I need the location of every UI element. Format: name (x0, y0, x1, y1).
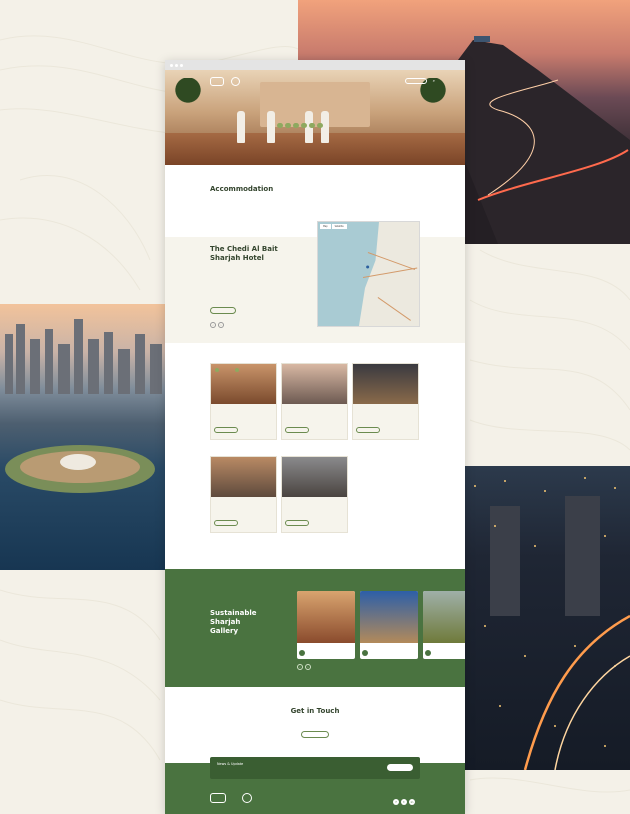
hero-tag[interactable] (317, 123, 323, 128)
card-image (353, 364, 418, 404)
social-links: f t in (393, 799, 415, 805)
card-button[interactable] (285, 520, 309, 526)
hero-tag[interactable] (285, 123, 291, 128)
chevron-right-icon[interactable]: › (218, 322, 224, 328)
hotel-pager: ‹ › (210, 322, 224, 328)
map-tabs: Map Satellite (320, 224, 347, 229)
hero-tag[interactable] (301, 123, 307, 128)
sharjah-waterfront-photo (0, 304, 165, 570)
get-in-touch-title: Get in Touch (290, 707, 340, 715)
card-image (211, 364, 276, 404)
person-figure (267, 111, 275, 143)
footer-logo[interactable] (210, 793, 226, 803)
footer-sustainability-logo[interactable] (242, 793, 252, 803)
map-pin-icon[interactable]: ● (366, 264, 370, 269)
card-image (282, 457, 347, 497)
avatar (362, 650, 368, 656)
hero-tag[interactable] (277, 123, 283, 128)
accommodation-section: Accommodation (165, 165, 465, 237)
card-button[interactable] (214, 520, 238, 526)
gallery-image (423, 591, 465, 643)
facebook-icon[interactable]: f (393, 799, 399, 805)
card-button[interactable] (285, 427, 309, 433)
contact-button[interactable] (301, 731, 329, 738)
night-city-illustration (474, 477, 630, 770)
sustainability-logo[interactable] (231, 77, 240, 86)
window-dot (170, 63, 173, 67)
card-text (211, 409, 276, 423)
palm-tree (420, 78, 446, 118)
window-dot (175, 63, 178, 67)
hero-section: ⌕ (165, 70, 465, 165)
accommodation-card[interactable] (210, 363, 277, 440)
location-map[interactable]: Map Satellite ● (317, 221, 420, 327)
get-in-touch-section: Get in Touch (165, 687, 465, 763)
chevron-right-icon[interactable]: › (305, 664, 311, 670)
gallery-card[interactable] (297, 591, 355, 659)
accommodation-card[interactable] (210, 456, 277, 533)
gallery-title: Sustainable Sharjah Gallery (210, 609, 257, 635)
linkedin-icon[interactable]: in (409, 799, 415, 805)
card-chip (215, 368, 219, 372)
card-button[interactable] (356, 427, 380, 433)
accommodation-title: Accommodation (210, 185, 274, 193)
hotel-button[interactable] (210, 307, 236, 314)
twitter-icon[interactable]: t (401, 799, 407, 805)
subscribe-button[interactable] (387, 764, 413, 771)
nav-button[interactable] (405, 78, 427, 84)
card-image (211, 457, 276, 497)
card-image (282, 364, 347, 404)
card-text (211, 502, 276, 516)
city-night-photo (465, 466, 630, 770)
accommodation-card[interactable] (281, 363, 348, 440)
person-figure (237, 111, 245, 143)
gallery-image (297, 591, 355, 643)
city-waterfront-illustration (5, 319, 162, 493)
hero-tags (277, 123, 357, 128)
card-chip (235, 368, 239, 372)
gallery-image (360, 591, 418, 643)
card-text (353, 409, 418, 423)
hotel-title: The Chedi Al Bait Sharjah Hotel (210, 245, 278, 262)
chevron-left-icon[interactable]: ‹ (297, 664, 303, 670)
palm-tree (175, 78, 201, 118)
footer: News & Update f t in (165, 757, 465, 814)
hero-tag[interactable] (309, 123, 315, 128)
map-tab[interactable]: Map (320, 224, 331, 229)
hero-ground (165, 133, 465, 165)
gallery-section: Sustainable Sharjah Gallery ‹ › (165, 569, 465, 687)
card-text (282, 409, 347, 423)
avatar (425, 650, 431, 656)
gallery-pager: ‹ › (297, 664, 311, 670)
accommodation-cards-section (165, 343, 465, 569)
map-tab[interactable]: Satellite (331, 224, 347, 229)
search-icon[interactable]: ⌕ (433, 78, 435, 83)
heritage-building (260, 82, 370, 127)
card-text (282, 502, 347, 516)
chevron-left-icon[interactable]: ‹ (210, 322, 216, 328)
accommodation-card[interactable] (281, 456, 348, 533)
avatar (299, 650, 305, 656)
gallery-card[interactable] (423, 591, 465, 659)
newsletter-banner: News & Update (210, 757, 420, 779)
card-button[interactable] (214, 427, 238, 433)
browser-bar (165, 60, 465, 70)
website-mockup: ⌕ Accommodation The Chedi Al Bait Sharja… (165, 60, 465, 814)
sharjah-logo[interactable] (210, 77, 224, 86)
window-dot (180, 63, 183, 67)
featured-hotel-section: The Chedi Al Bait Sharjah Hotel ‹ › Map … (165, 221, 465, 343)
gallery-card[interactable] (360, 591, 418, 659)
newsletter-title: News & Update (217, 762, 244, 766)
accommodation-card[interactable] (352, 363, 419, 440)
hero-tag[interactable] (293, 123, 299, 128)
map-land (358, 222, 419, 326)
